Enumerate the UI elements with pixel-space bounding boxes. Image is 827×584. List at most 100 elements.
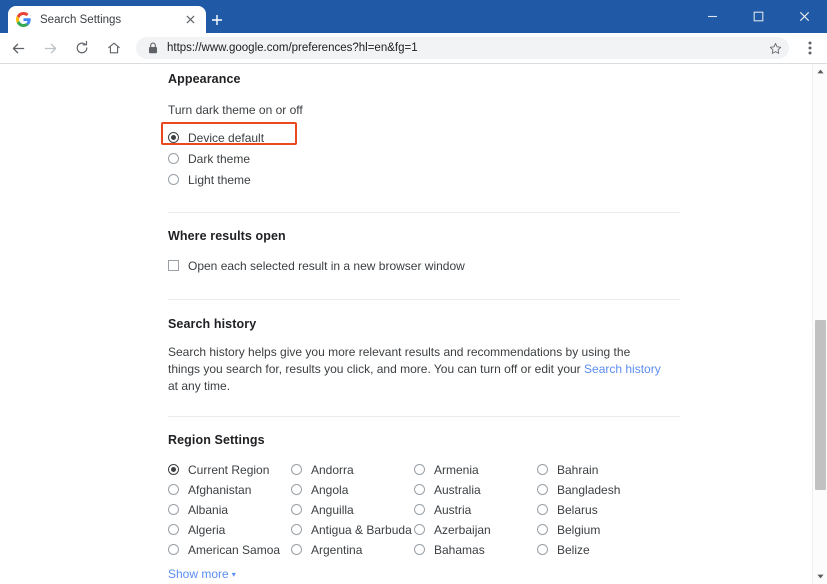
- search-history-link[interactable]: Search history: [584, 362, 661, 376]
- maximize-icon[interactable]: [735, 0, 781, 33]
- browser-window: Search Settings https://www.google.com/p…: [0, 0, 827, 584]
- radio-label: Bahrain: [557, 462, 599, 477]
- region-options-grid: Current Region Afghanistan Albania Alger…: [168, 459, 680, 559]
- radio-indicator: [168, 174, 179, 185]
- minimize-icon[interactable]: [689, 0, 735, 33]
- back-icon[interactable]: [4, 34, 32, 62]
- page-scrollbar[interactable]: [812, 64, 827, 584]
- radio-indicator: [168, 524, 179, 535]
- radio-region[interactable]: Andorra: [291, 459, 414, 480]
- appearance-section: Appearance Turn dark theme on or off Dev…: [161, 72, 680, 190]
- radio-label: Bahamas: [434, 542, 485, 557]
- radio-region[interactable]: Bahamas: [414, 539, 537, 560]
- search-settings-page: Appearance Turn dark theme on or off Dev…: [0, 64, 812, 584]
- divider: [168, 299, 680, 300]
- search-history-title: Search history: [168, 317, 257, 331]
- close-window-icon[interactable]: [781, 0, 827, 33]
- reload-icon[interactable]: [68, 34, 96, 62]
- radio-label: Algeria: [188, 522, 226, 537]
- radio-device-default[interactable]: Device default: [161, 122, 680, 148]
- radio-indicator: [537, 544, 548, 555]
- radio-label: Australia: [434, 482, 481, 497]
- radio-indicator: [291, 464, 302, 475]
- checkbox-open-new-window[interactable]: Open each selected result in a new brows…: [168, 255, 680, 276]
- radio-region[interactable]: Armenia: [414, 459, 537, 480]
- scroll-down-icon[interactable]: [813, 569, 827, 584]
- radio-indicator: [537, 484, 548, 495]
- show-more-label: Show more: [168, 567, 229, 581]
- scrollbar-thumb[interactable]: [815, 320, 826, 490]
- bookmark-star-icon[interactable]: [766, 39, 784, 57]
- radio-region[interactable]: Austria: [414, 499, 537, 520]
- checkbox-indicator: [168, 260, 179, 271]
- radio-region[interactable]: Bangladesh: [537, 479, 660, 500]
- radio-region[interactable]: Algeria: [168, 519, 291, 540]
- radio-indicator: [168, 544, 179, 555]
- google-g-icon: [16, 12, 31, 27]
- radio-indicator: [291, 544, 302, 555]
- lock-icon: [146, 42, 159, 55]
- radio-label: Belize: [557, 542, 590, 557]
- browser-tab[interactable]: Search Settings: [8, 6, 206, 33]
- home-icon[interactable]: [100, 34, 128, 62]
- radio-region[interactable]: Current Region: [168, 459, 291, 480]
- radio-region[interactable]: Azerbaijan: [414, 519, 537, 540]
- forward-icon[interactable]: [36, 34, 64, 62]
- radio-region[interactable]: Afghanistan: [168, 479, 291, 500]
- url-text: https://www.google.com/preferences?hl=en…: [167, 42, 418, 54]
- appearance-subtitle: Turn dark theme on or off: [168, 103, 303, 117]
- radio-indicator: [414, 484, 425, 495]
- radio-label: Albania: [188, 502, 229, 517]
- address-bar[interactable]: https://www.google.com/preferences?hl=en…: [136, 37, 789, 59]
- radio-indicator: [414, 544, 425, 555]
- browser-toolbar: https://www.google.com/preferences?hl=en…: [0, 33, 827, 64]
- tab-title: Search Settings: [40, 13, 122, 26]
- settings-content: Appearance Turn dark theme on or off Dev…: [161, 72, 680, 584]
- radio-label: Angola: [311, 482, 349, 497]
- radio-region[interactable]: Angola: [291, 479, 414, 500]
- chrome-menu-icon[interactable]: [797, 35, 823, 61]
- divider: [168, 212, 680, 213]
- new-tab-button[interactable]: [206, 9, 228, 31]
- scroll-up-icon[interactable]: [813, 64, 827, 79]
- checkbox-label: Open each selected result in a new brows…: [188, 258, 465, 273]
- radio-label: Bangladesh: [557, 482, 621, 497]
- radio-label: Belgium: [557, 522, 601, 537]
- radio-region[interactable]: Belize: [537, 539, 660, 560]
- radio-label: Dark theme: [188, 151, 251, 166]
- radio-region[interactable]: Anguilla: [291, 499, 414, 520]
- divider: [168, 416, 680, 417]
- radio-indicator: [537, 504, 548, 515]
- radio-indicator: [168, 504, 179, 515]
- radio-region[interactable]: Belgium: [537, 519, 660, 540]
- radio-region[interactable]: Albania: [168, 499, 291, 520]
- radio-region[interactable]: Belarus: [537, 499, 660, 520]
- paragraph-text-after: at any time.: [168, 379, 231, 393]
- radio-label: Austria: [434, 502, 472, 517]
- radio-label: Andorra: [311, 462, 354, 477]
- results-open-title: Where results open: [168, 229, 286, 243]
- radio-label: American Samoa: [188, 542, 281, 557]
- search-history-paragraph: Search history helps give you more relev…: [168, 344, 663, 395]
- radio-region[interactable]: Antigua & Barbuda: [291, 519, 414, 540]
- radio-indicator: [537, 464, 548, 475]
- region-settings-title: Region Settings: [168, 433, 265, 447]
- title-bar: Search Settings: [0, 0, 827, 33]
- radio-indicator: [537, 524, 548, 535]
- radio-region[interactable]: Australia: [414, 479, 537, 500]
- appearance-title: Appearance: [168, 72, 241, 86]
- radio-label: Afghanistan: [188, 482, 252, 497]
- radio-region[interactable]: Argentina: [291, 539, 414, 560]
- radio-region[interactable]: American Samoa: [168, 539, 291, 560]
- radio-region[interactable]: Bahrain: [537, 459, 660, 480]
- close-icon[interactable]: [182, 12, 198, 28]
- radio-label: Argentina: [311, 542, 363, 557]
- results-open-section: Where results open Open each selected re…: [168, 229, 680, 276]
- radio-light-theme[interactable]: Light theme: [168, 169, 680, 190]
- show-more-button[interactable]: Show more ▾: [168, 567, 680, 581]
- radio-indicator: [414, 524, 425, 535]
- radio-label: Current Region: [188, 462, 270, 477]
- radio-indicator: [168, 132, 179, 143]
- radio-dark-theme[interactable]: Dark theme: [168, 148, 680, 169]
- radio-label: Anguilla: [311, 502, 354, 517]
